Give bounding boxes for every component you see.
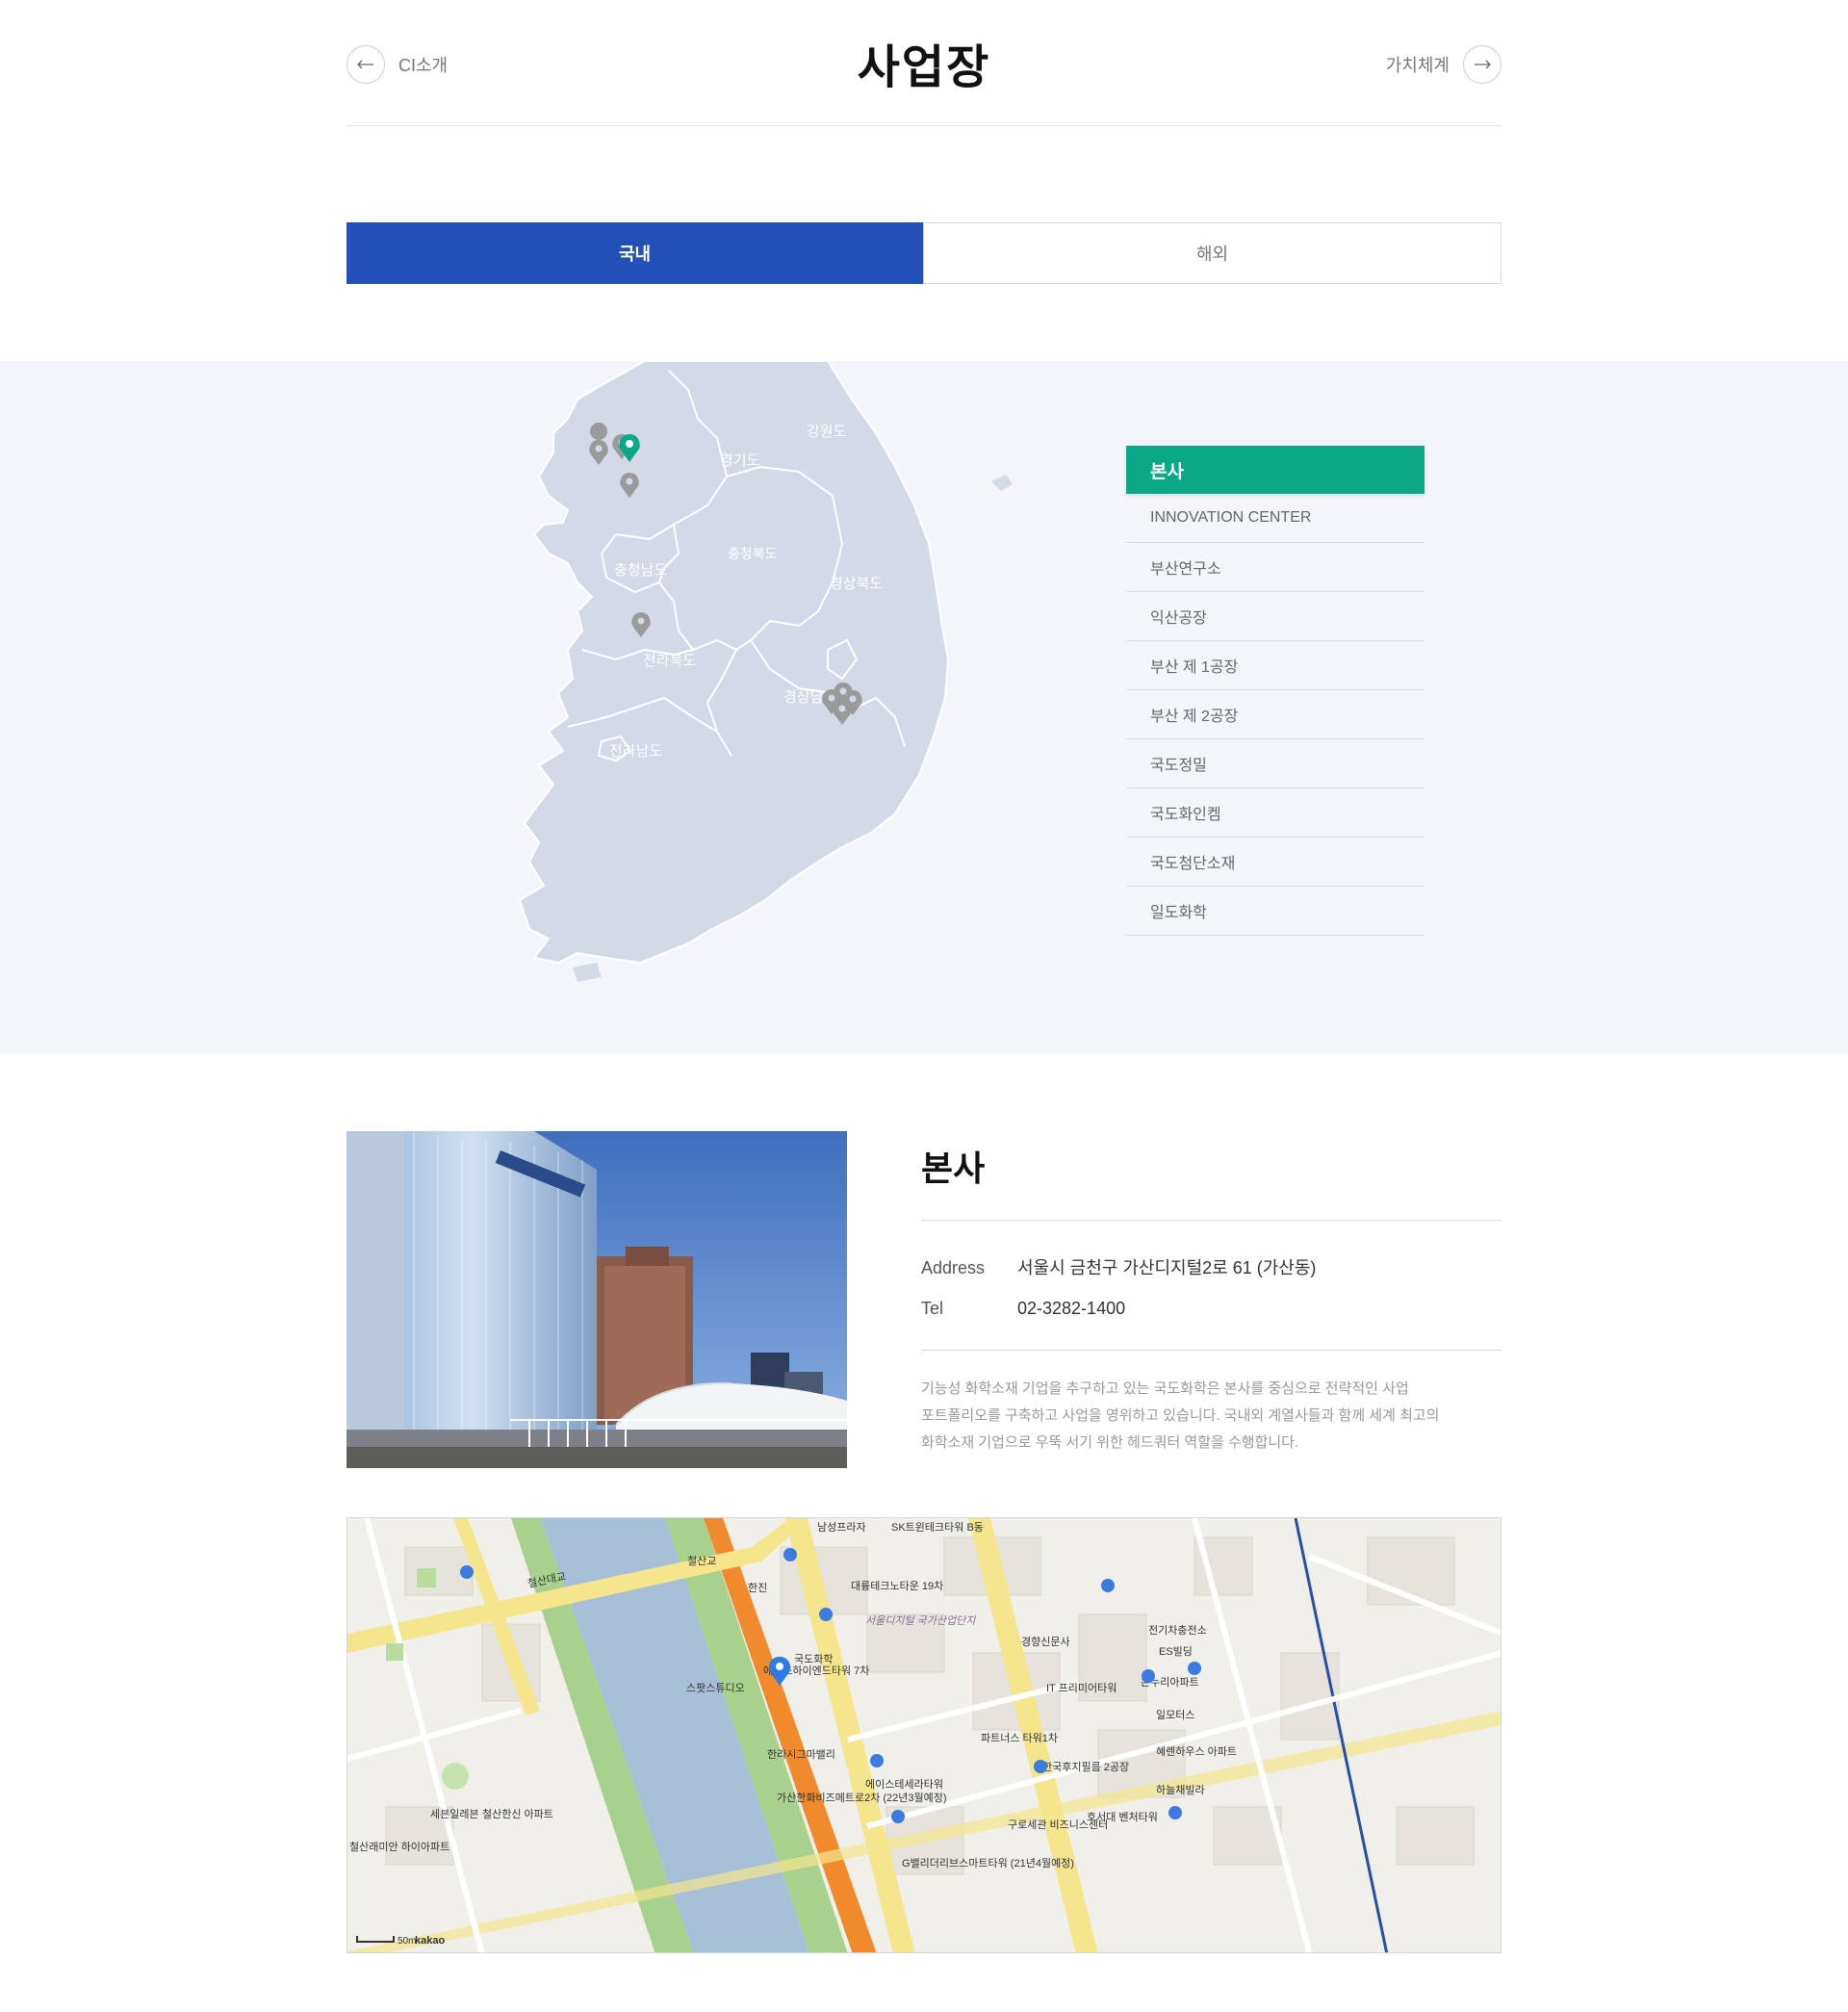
bus-stop-icon [870, 1754, 884, 1767]
bus-stop-icon [819, 1608, 833, 1621]
site-item-busan-lab[interactable]: 부산연구소 [1126, 543, 1424, 592]
site-detail-title: 본사 [921, 1131, 1502, 1221]
site-list: 본사 INNOVATION CENTER 부산연구소 익산공장 부산 제 1공장… [1126, 446, 1424, 936]
map-label: 서울디지털 국가산업단지 [865, 1614, 976, 1627]
location-tabs: 국내 해외 [346, 222, 1502, 284]
headquarters-photo [346, 1131, 847, 1468]
location-map[interactable]: 철산대교 철산교 남성프라자 SK트윈테크타워 B동 한진 대륭테크노타운 19… [346, 1517, 1502, 1953]
site-item-innovation-center[interactable]: INNOVATION CENTER [1126, 494, 1424, 543]
bus-stop-icon [460, 1565, 474, 1579]
tel-row: Tel 02-3282-1400 [921, 1288, 1502, 1328]
address-value: 서울시 금천구 가산디지털2로 61 (가산동) [1017, 1258, 1317, 1277]
map-label: 파트너스 타워1차 [981, 1732, 1058, 1744]
map-label: SK트윈테크타워 B동 [891, 1520, 984, 1534]
arrow-right-icon[interactable] [1463, 45, 1502, 84]
tel-value: 02-3282-1400 [1017, 1299, 1126, 1318]
ulleungdo-island [991, 475, 1013, 491]
map-label: 한진 [748, 1582, 767, 1594]
map-label-ic: 철산교 [687, 1555, 716, 1567]
map-label: 철산래미안 하이아파트 [349, 1840, 449, 1853]
description-line: 포트폴리오를 구축하고 사업을 영위하고 있습니다. 국내외 계열사들과 함께 … [921, 1407, 1440, 1424]
map-label: G밸리더리브스마트타워 (21년4월예정) [902, 1857, 1074, 1870]
map-label: 에이스테세라타워 [865, 1778, 943, 1791]
site-map-section: 강원도 경기도 충청북도 충청남도 경상북도 전라북도 경상남도 전라남도 본사… [0, 361, 1848, 1054]
site-contact-info: Address 서울시 금천구 가산디지털2로 61 (가산동) Tel 02-… [921, 1221, 1502, 1351]
bus-stop-icon [1142, 1669, 1155, 1683]
map-label: ES빌딩 [1159, 1645, 1193, 1658]
region-chungbuk: 충청북도 [728, 546, 778, 561]
tab-overseas[interactable]: 해외 [923, 222, 1502, 284]
region-gyeonggi: 경기도 [720, 452, 760, 469]
site-item-kukdo-finechem[interactable]: 국도화인켐 [1126, 788, 1424, 838]
map-label: 혜렌하우스 아파트 [1156, 1744, 1237, 1758]
map-label: 스팟스튜디오 [686, 1682, 745, 1694]
jeju-island-fragment [573, 963, 602, 982]
next-page-label: 가치체계 [1385, 56, 1450, 75]
bus-stop-icon [1188, 1662, 1201, 1675]
site-item-iksan-plant[interactable]: 익산공장 [1126, 592, 1424, 641]
map-scale: 50m [398, 1936, 416, 1947]
site-item-headquarters[interactable]: 본사 [1126, 446, 1424, 494]
map-label: 일모터스 [1156, 1708, 1194, 1721]
bus-stop-icon [1168, 1806, 1182, 1819]
map-label: 호서대 벤처타워 [1087, 1811, 1158, 1823]
next-page-link[interactable]: 가치체계 [1386, 45, 1502, 84]
description-line: 화학소재 기업으로 우뚝 서기 위한 헤드쿼터 역할을 수행합니다. [921, 1434, 1299, 1451]
bus-stop-icon [1101, 1579, 1115, 1592]
region-chungnam: 충청남도 [614, 562, 667, 579]
site-item-kukdo-precision[interactable]: 국도정밀 [1126, 739, 1424, 788]
region-jeonbuk: 전라북도 [643, 653, 696, 669]
map-label: 대륭테크노타운 19차 [851, 1580, 943, 1592]
korea-map: 강원도 경기도 충청북도 충청남도 경상북도 전라북도 경상남도 전라남도 [518, 361, 1013, 982]
map-marker-label: 국도화학 [794, 1653, 833, 1665]
map-label: 남성프라자 [817, 1521, 866, 1534]
page-title: 사업장 [857, 42, 991, 93]
map-label: 경향신문사 [1021, 1636, 1070, 1648]
site-item-busan-plant-2[interactable]: 부산 제 2공장 [1126, 690, 1424, 739]
bus-stop-icon [1034, 1760, 1047, 1773]
site-item-ildo-chemical[interactable]: 일도화학 [1126, 887, 1424, 936]
map-label: IT 프리미어타워 [1046, 1682, 1116, 1694]
kakao-logo: kakao [415, 1935, 445, 1947]
bus-stop-icon [891, 1810, 905, 1823]
map-label: 철산한신 아파트 [482, 1808, 553, 1820]
address-row: Address 서울시 금천구 가산디지털2로 61 (가산동) [921, 1248, 1502, 1288]
map-label: 한국후지필름 2공장 [1042, 1761, 1129, 1773]
map-label: 세븐일레븐 [430, 1807, 479, 1820]
site-item-busan-plant-1[interactable]: 부산 제 1공장 [1126, 641, 1424, 690]
tel-label: Tel [921, 1299, 944, 1318]
tab-domestic[interactable]: 국내 [346, 222, 923, 284]
map-label: 전기차충전소 [1148, 1624, 1207, 1637]
site-item-kukdo-advanced-materials[interactable]: 국도첨단소재 [1126, 838, 1424, 887]
map-label: 한라시그마밸리 [767, 1748, 835, 1761]
korea-mainland [518, 361, 950, 965]
page-header: CI소개 사업장 가치체계 [346, 0, 1502, 126]
region-gangwon: 강원도 [807, 424, 847, 440]
region-jeonnam: 전라남도 [609, 743, 662, 760]
address-label: Address [921, 1258, 986, 1277]
bus-stop-icon [783, 1548, 797, 1561]
map-label: 하늘채빌라 [1156, 1783, 1205, 1796]
site-detail: 본사 Address 서울시 금천구 가산디지털2로 61 (가산동) Tel … [921, 1131, 1502, 1457]
region-gyeongbuk: 경상북도 [830, 576, 883, 592]
map-label: 가산한화비즈메트로2차 (22년3월예정) [777, 1792, 947, 1804]
description-line: 기능성 화학소재 기업을 추구하고 있는 국도화학은 본사를 중심으로 전략적인… [921, 1380, 1409, 1397]
site-description: 기능성 화학소재 기업을 추구하고 있는 국도화학은 본사를 중심으로 전략적인… [921, 1351, 1502, 1457]
